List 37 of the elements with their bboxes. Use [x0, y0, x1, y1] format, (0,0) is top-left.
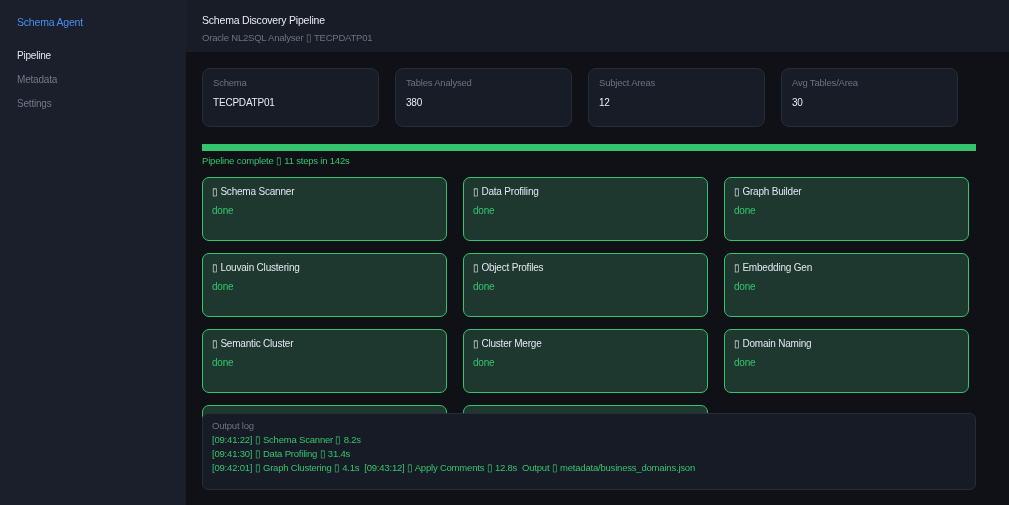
stat-value: TECPDATP01	[213, 97, 276, 108]
page-subtitle: Oracle NL2SQL Analyser ▯ TECPDATP01	[202, 32, 374, 43]
page-title: Schema Discovery Pipeline	[202, 14, 326, 26]
log-line: [09:41:30] ▯ Data Profiling ▯ 31.4s	[212, 448, 352, 459]
step-title: ▯ Embedding Gen	[734, 262, 814, 273]
log-line: [09:41:22] ▯ Schema Scanner ▯ 8.2s	[212, 434, 362, 445]
step-status: done	[473, 281, 496, 292]
nav-link[interactable]: Settings	[17, 98, 169, 109]
stat-value: 30	[792, 97, 804, 108]
stat-label: Schema	[213, 77, 248, 88]
step-title: ▯ Graph Builder	[734, 186, 803, 197]
stat-label: Tables Analysed	[406, 77, 473, 88]
step-status: done	[212, 357, 235, 368]
step-status: done	[734, 205, 757, 216]
step-title: ▯ Domain Naming	[734, 338, 813, 349]
step-status: done	[212, 281, 235, 292]
step-status: done	[734, 281, 757, 292]
log-line: [09:42:01] ▯ Graph Clustering ▯ 4.1s [09:43:12] ▯ Apply Comments ▯ 12.8s Output ▯ metadata/business_domains.json	[212, 462, 696, 473]
log-title: Output log	[212, 420, 255, 431]
step-title: ▯ Schema Scanner	[212, 186, 296, 197]
stat-label: Subject Areas	[599, 77, 657, 88]
brand-title: Schema Agent	[17, 16, 84, 28]
step-title: ▯ Object Profiles	[473, 262, 545, 273]
step-status: done	[473, 357, 496, 368]
step-title: ▯ Cluster Merge	[473, 338, 543, 349]
step-status: done	[212, 205, 235, 216]
step-status: done	[734, 357, 757, 368]
stat-value: 380	[406, 97, 424, 108]
nav-link[interactable]: Metadata	[17, 74, 169, 85]
stat-value: 12	[599, 97, 611, 108]
nav-link[interactable]: Pipeline	[17, 50, 169, 61]
step-title: ▯ Semantic Cluster	[212, 338, 295, 349]
step-status: done	[473, 205, 496, 216]
step-title: ▯ Louvain Clustering	[212, 262, 301, 273]
stat-label: Avg Tables/Area	[792, 77, 859, 88]
step-title: ▯ Data Profiling	[473, 186, 540, 197]
progress-caption: Pipeline complete ▯ 11 steps in 142s	[202, 155, 351, 166]
